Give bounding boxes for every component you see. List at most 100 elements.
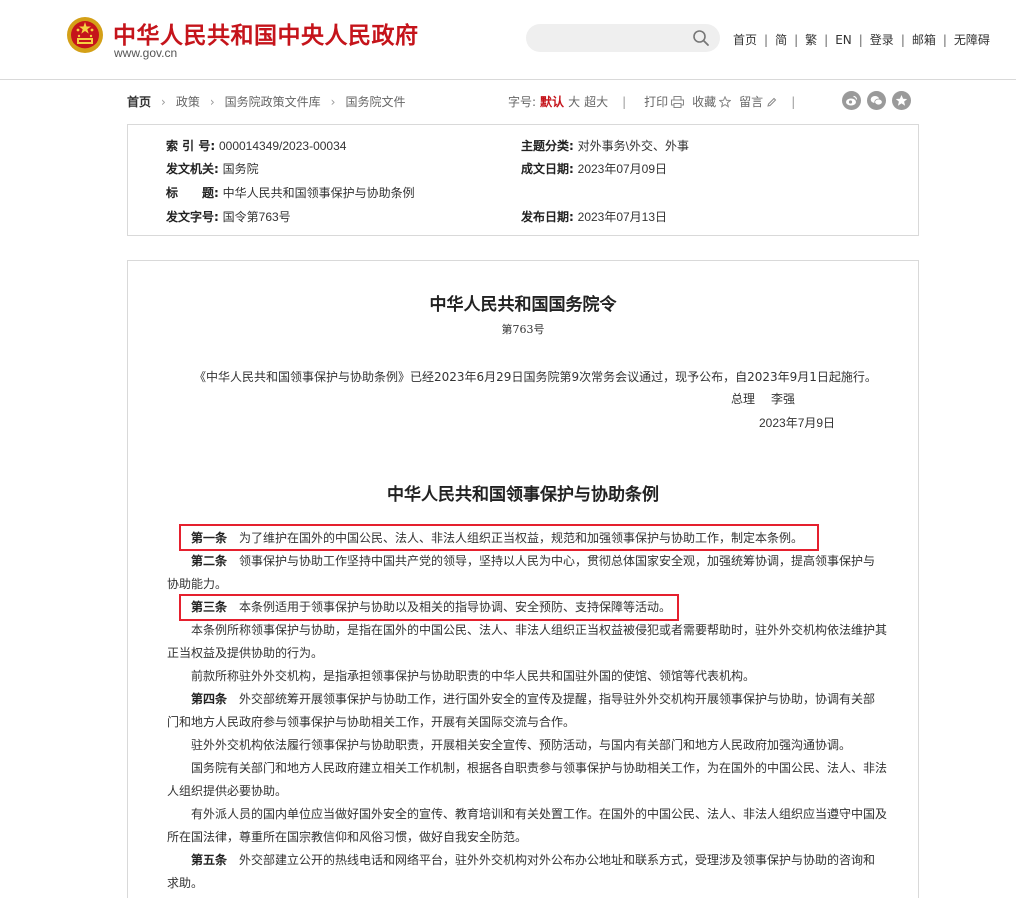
favorite-button[interactable]: 收藏 (692, 95, 732, 109)
site-url: www.gov.cn (114, 46, 178, 60)
chevron-right-icon: › (161, 95, 166, 109)
article-paragraph: 第一条 为了维护在国外的中国公民、法人、非法人组织正当权益，规范和加强领事保护与协… (167, 527, 887, 550)
info-label: 主题分类: (521, 139, 574, 153)
article-number: 第四条 (191, 692, 228, 706)
article-paragraph: 驻外外交机构依法履行领事保护与协助职责，开展相关安全宣传、预防活动，与国内有关部… (167, 734, 887, 757)
info-value: 对外事务\外交、外事 (577, 139, 689, 153)
nav-separator: | (764, 33, 769, 47)
info-published-date: 发布日期: 2023年07月13日 (521, 208, 667, 225)
article-paragraph: 本条例所称领事保护与协助，是指在国外的中国公民、法人、非法人组织正当权益被侵犯或… (167, 619, 887, 665)
nav-login[interactable]: 登录 (870, 33, 894, 47)
article-paragraph: 第二条 领事保护与协助工作坚持中国共产党的领导，坚持以人民为中心，贯彻总体国家安全… (167, 550, 887, 596)
info-label: 标 题: (166, 186, 219, 200)
chevron-right-icon: › (330, 95, 336, 109)
breadcrumb-policy[interactable]: 政策 (176, 95, 200, 109)
info-title: 标 题: 中华人民共和国领事保护与协助条例 (166, 184, 415, 201)
nav-simplified[interactable]: 简 (775, 33, 787, 47)
info-label: 发文机关: (166, 162, 219, 176)
nav-separator: | (794, 33, 799, 47)
chevron-right-icon: › (209, 95, 215, 109)
info-label: 发布日期: (521, 210, 574, 224)
order-number: 第763号 (501, 323, 545, 336)
font-size-label: 字号: (508, 95, 537, 109)
promulgation-text: 《中华人民共和国领事保护与协助条例》已经2023年6月29日国务院第9次常务会议… (194, 370, 877, 384)
nav-english[interactable]: EN (835, 33, 852, 47)
search-icon[interactable] (692, 29, 710, 47)
nav-separator: | (824, 33, 829, 47)
breadcrumb-home[interactable]: 首页 (127, 95, 151, 109)
share-icons (842, 91, 917, 114)
article-toolbar: 字号: 默认大超大 | 打印 收藏 留言 | (508, 93, 809, 110)
signer-title: 总理 (731, 392, 756, 406)
article-number: 第五条 (191, 853, 228, 867)
info-label: 索 引 号: (166, 139, 216, 153)
font-size-xlarge[interactable]: 超大 (584, 95, 608, 109)
toolbar-separator: | (791, 95, 796, 109)
nav-separator: | (858, 33, 863, 47)
regulation-title: 中华人民共和国领事保护与协助条例 (387, 485, 659, 505)
info-value: 2023年07月13日 (577, 210, 668, 224)
info-value: 中华人民共和国领事保护与协助条例 (222, 186, 415, 200)
nav-home[interactable]: 首页 (733, 33, 757, 47)
nav-separator: | (942, 33, 947, 47)
sign-date: 2023年7月9日 (759, 416, 836, 430)
article-paragraph: 国务院有关部门和地方人民政府建立相关工作机制，根据各自职责参与领事保护与协助相关… (167, 757, 887, 803)
info-value: 2023年07月09日 (577, 162, 668, 176)
breadcrumb: 首页 › 政策 › 国务院政策文件库 › 国务院文件 (127, 93, 406, 110)
info-topic: 主题分类: 对外事务\外交、外事 (521, 137, 689, 154)
font-size-large[interactable]: 大 (568, 95, 580, 109)
info-value: 国令第763号 (222, 210, 291, 224)
search-input[interactable] (538, 28, 688, 48)
print-button[interactable]: 打印 (644, 95, 685, 109)
document-info-panel: 索 引 号: 000014349/2023-00034 主题分类: 对外事务\外… (127, 124, 919, 236)
article-text: 外交部建立公开的热线电话和网络平台，驻外外交机构对外公布办公地址和联系方式，受理… (167, 853, 876, 890)
article-text: 为了维护在国外的中国公民、法人、非法人组织正当权益，规范和加强领事保护与协助工作… (239, 531, 804, 545)
info-written-date: 成文日期: 2023年07月09日 (521, 160, 667, 177)
info-value: 国务院 (222, 162, 259, 176)
print-label: 打印 (644, 95, 669, 109)
info-issuer: 发文机关: 国务院 (166, 160, 259, 177)
article-text: 本条例适用于领事保护与协助以及相关的指导协调、安全预防、支持保障等活动。 (239, 600, 672, 614)
comment-button[interactable]: 留言 (739, 95, 777, 109)
breadcrumb-state-council-docs[interactable]: 国务院文件 (345, 95, 405, 109)
article-text: 国务院有关部门和地方人民政府建立相关工作机制，根据各自职责参与领事保护与协助相关… (167, 761, 888, 798)
national-emblem-icon[interactable] (66, 14, 104, 56)
toolbar-separator: | (622, 95, 627, 109)
favorite-share-icon[interactable] (892, 91, 911, 110)
order-title: 中华人民共和国国务院令 (429, 295, 617, 315)
info-doc-no: 发文字号: 国令第763号 (166, 208, 291, 225)
article-paragraph: 前款所称驻外外交机构，是指承担领事保护与协助职责的中华人民共和国驻外国的使馆、领… (167, 665, 887, 688)
font-size-default[interactable]: 默认 (540, 95, 564, 109)
article-text: 外交部统筹开展领事保护与协助工作，进行国外安全的宣传及提醒，指导驻外外交机构开展… (167, 692, 876, 729)
nav-traditional[interactable]: 繁 (805, 33, 817, 47)
article-paragraph: 第五条 外交部建立公开的热线电话和网络平台，驻外外交机构对外公布办公地址和联系方式… (167, 849, 887, 895)
article-text: 驻外外交机构依法履行领事保护与协助职责，开展相关安全宣传、预防活动，与国内有关部… (191, 738, 852, 752)
article-paragraph: 第四条 外交部统筹开展领事保护与协助工作，进行国外安全的宣传及提醒，指导驻外外交机… (167, 688, 887, 734)
article-text: 领事保护与协助工作坚持中国共产党的领导，坚持以人民为中心，贯彻总体国家安全观，加… (167, 554, 876, 591)
breadcrumb-policy-library[interactable]: 国务院政策文件库 (225, 95, 321, 109)
favorite-label: 收藏 (692, 95, 717, 109)
nav-mail[interactable]: 邮箱 (912, 33, 936, 47)
article-number: 第三条 (191, 600, 228, 614)
weibo-share-icon[interactable] (842, 91, 861, 110)
article-text: 前款所称驻外外交机构，是指承担领事保护与协助职责的中华人民共和国驻外国的使馆、领… (191, 669, 756, 683)
article-body: 中华人民共和国国务院令 第763号 《中华人民共和国领事保护与协助条例》已经20… (127, 260, 919, 898)
article-paragraph: 第三条 本条例适用于领事保护与协助以及相关的指导协调、安全预防、支持保障等活动。 (167, 596, 887, 619)
info-index-no: 索 引 号: 000014349/2023-00034 (166, 137, 346, 154)
site-header: 中华人民共和国中央人民政府 www.gov.cn 首页 | 简 | 繁 | EN | 登录 | 邮箱… (0, 0, 1016, 80)
search-box (526, 24, 720, 52)
signer-name: 李强 (771, 392, 796, 406)
comment-label: 留言 (739, 95, 764, 109)
top-nav: 首页 | 简 | 繁 | EN | 登录 | 邮箱 | 无障碍 (733, 31, 990, 48)
printer-icon (671, 96, 685, 108)
article-text: 有外派人员的国内单位应当做好国外安全的宣传、教育培训和有关处置工作。在国外的中国… (167, 807, 888, 844)
article-text: 本条例所称领事保护与协助，是指在国外的中国公民、法人、非法人组织正当权益被侵犯或… (167, 623, 888, 660)
article-paragraph: 有外派人员的国内单位应当做好国外安全的宣传、教育培训和有关处置工作。在国外的中国… (167, 803, 887, 849)
article-number: 第一条 (191, 531, 228, 545)
pencil-icon (767, 97, 777, 107)
wechat-share-icon[interactable] (867, 91, 886, 110)
signer: 总理 李强 (731, 390, 795, 407)
nav-accessibility[interactable]: 无障碍 (954, 33, 990, 47)
article-number: 第二条 (191, 554, 228, 568)
site-name[interactable]: 中华人民共和国中央人民政府 (113, 16, 419, 50)
